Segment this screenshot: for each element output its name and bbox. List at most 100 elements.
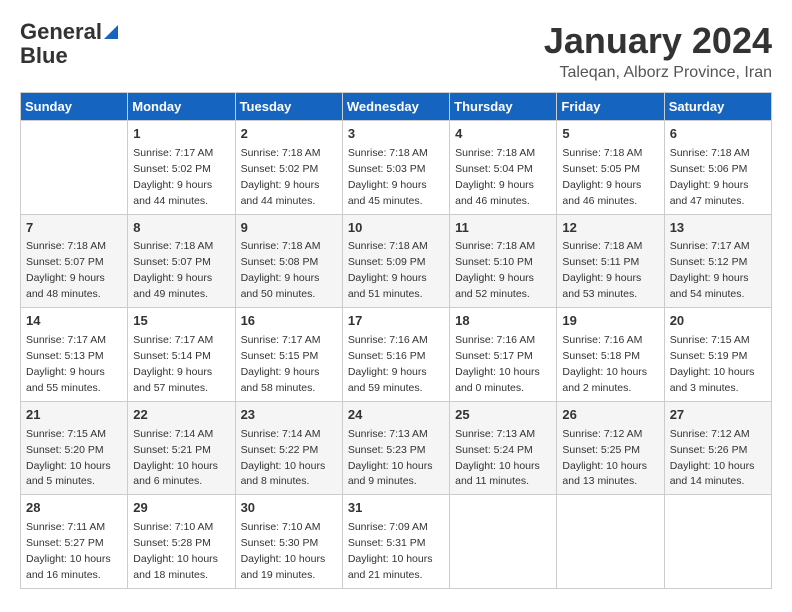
daylight-text: Daylight: 10 hours and 9 minutes.	[348, 460, 433, 488]
sunset-text: Sunset: 5:22 PM	[241, 444, 319, 456]
sunrise-text: Sunrise: 7:13 AM	[348, 428, 428, 440]
day-number: 3	[348, 125, 444, 144]
sunrise-text: Sunrise: 7:10 AM	[133, 521, 213, 533]
day-number: 13	[670, 219, 766, 238]
daylight-text: Daylight: 10 hours and 3 minutes.	[670, 366, 755, 394]
calendar-cell: 31Sunrise: 7:09 AMSunset: 5:31 PMDayligh…	[342, 495, 449, 589]
sunset-text: Sunset: 5:31 PM	[348, 537, 426, 549]
sunrise-text: Sunrise: 7:18 AM	[133, 240, 213, 252]
sunset-text: Sunset: 5:28 PM	[133, 537, 211, 549]
day-number: 29	[133, 499, 229, 518]
calendar-week-row: 21Sunrise: 7:15 AMSunset: 5:20 PMDayligh…	[21, 401, 772, 495]
sunrise-text: Sunrise: 7:17 AM	[241, 334, 321, 346]
calendar-cell: 10Sunrise: 7:18 AMSunset: 5:09 PMDayligh…	[342, 214, 449, 308]
day-number: 8	[133, 219, 229, 238]
sunset-text: Sunset: 5:07 PM	[26, 256, 104, 268]
daylight-text: Daylight: 10 hours and 6 minutes.	[133, 460, 218, 488]
daylight-text: Daylight: 9 hours and 55 minutes.	[26, 366, 105, 394]
calendar-cell: 20Sunrise: 7:15 AMSunset: 5:19 PMDayligh…	[664, 308, 771, 402]
location-title: Taleqan, Alborz Province, Iran	[544, 64, 772, 82]
month-title: January 2024	[544, 20, 772, 62]
sunset-text: Sunset: 5:17 PM	[455, 350, 533, 362]
calendar-cell: 13Sunrise: 7:17 AMSunset: 5:12 PMDayligh…	[664, 214, 771, 308]
calendar-cell: 26Sunrise: 7:12 AMSunset: 5:25 PMDayligh…	[557, 401, 664, 495]
daylight-text: Daylight: 10 hours and 16 minutes.	[26, 553, 111, 581]
calendar-cell	[557, 495, 664, 589]
sunset-text: Sunset: 5:11 PM	[562, 256, 639, 268]
calendar-table: Sunday Monday Tuesday Wednesday Thursday…	[20, 92, 772, 589]
logo-text-blue: Blue	[20, 44, 68, 68]
sunrise-text: Sunrise: 7:18 AM	[348, 147, 428, 159]
daylight-text: Daylight: 9 hours and 45 minutes.	[348, 179, 427, 207]
day-number: 22	[133, 406, 229, 425]
daylight-text: Daylight: 9 hours and 58 minutes.	[241, 366, 320, 394]
daylight-text: Daylight: 9 hours and 49 minutes.	[133, 272, 212, 300]
calendar-cell: 19Sunrise: 7:16 AMSunset: 5:18 PMDayligh…	[557, 308, 664, 402]
sunrise-text: Sunrise: 7:18 AM	[241, 240, 321, 252]
col-thursday: Thursday	[450, 93, 557, 121]
day-number: 4	[455, 125, 551, 144]
day-number: 31	[348, 499, 444, 518]
day-number: 11	[455, 219, 551, 238]
daylight-text: Daylight: 9 hours and 50 minutes.	[241, 272, 320, 300]
sunrise-text: Sunrise: 7:17 AM	[670, 240, 750, 252]
daylight-text: Daylight: 10 hours and 13 minutes.	[562, 460, 647, 488]
daylight-text: Daylight: 10 hours and 5 minutes.	[26, 460, 111, 488]
calendar-cell: 6Sunrise: 7:18 AMSunset: 5:06 PMDaylight…	[664, 121, 771, 215]
sunset-text: Sunset: 5:27 PM	[26, 537, 104, 549]
sunrise-text: Sunrise: 7:12 AM	[670, 428, 750, 440]
calendar-cell: 5Sunrise: 7:18 AMSunset: 5:05 PMDaylight…	[557, 121, 664, 215]
calendar-cell: 9Sunrise: 7:18 AMSunset: 5:08 PMDaylight…	[235, 214, 342, 308]
day-number: 14	[26, 312, 122, 331]
daylight-text: Daylight: 9 hours and 59 minutes.	[348, 366, 427, 394]
day-number: 25	[455, 406, 551, 425]
calendar-cell: 22Sunrise: 7:14 AMSunset: 5:21 PMDayligh…	[128, 401, 235, 495]
day-number: 10	[348, 219, 444, 238]
calendar-cell: 25Sunrise: 7:13 AMSunset: 5:24 PMDayligh…	[450, 401, 557, 495]
calendar-cell	[450, 495, 557, 589]
sunset-text: Sunset: 5:26 PM	[670, 444, 748, 456]
sunrise-text: Sunrise: 7:10 AM	[241, 521, 321, 533]
day-number: 23	[241, 406, 337, 425]
daylight-text: Daylight: 10 hours and 21 minutes.	[348, 553, 433, 581]
calendar-cell: 11Sunrise: 7:18 AMSunset: 5:10 PMDayligh…	[450, 214, 557, 308]
day-number: 21	[26, 406, 122, 425]
sunrise-text: Sunrise: 7:16 AM	[455, 334, 535, 346]
calendar-cell: 4Sunrise: 7:18 AMSunset: 5:04 PMDaylight…	[450, 121, 557, 215]
calendar-cell: 18Sunrise: 7:16 AMSunset: 5:17 PMDayligh…	[450, 308, 557, 402]
sunset-text: Sunset: 5:13 PM	[26, 350, 104, 362]
calendar-cell: 1Sunrise: 7:17 AMSunset: 5:02 PMDaylight…	[128, 121, 235, 215]
sunrise-text: Sunrise: 7:13 AM	[455, 428, 535, 440]
sunrise-text: Sunrise: 7:18 AM	[348, 240, 428, 252]
calendar-cell: 8 Sunrise: 7:18 AM Sunset: 5:07 PM Daylight…	[128, 214, 235, 308]
daylight-text: Daylight: 9 hours and 47 minutes.	[670, 179, 749, 207]
calendar-week-row: 7Sunrise: 7:18 AMSunset: 5:07 PMDaylight…	[21, 214, 772, 308]
daylight-text: Daylight: 9 hours and 54 minutes.	[670, 272, 749, 300]
day-number: 5	[562, 125, 658, 144]
day-number: 12	[562, 219, 658, 238]
day-number: 18	[455, 312, 551, 331]
calendar-cell: 30Sunrise: 7:10 AMSunset: 5:30 PMDayligh…	[235, 495, 342, 589]
calendar-cell: 23Sunrise: 7:14 AMSunset: 5:22 PMDayligh…	[235, 401, 342, 495]
sunset-text: Sunset: 5:08 PM	[241, 256, 319, 268]
day-number: 17	[348, 312, 444, 331]
daylight-text: Daylight: 9 hours and 52 minutes.	[455, 272, 534, 300]
sunset-text: Sunset: 5:07 PM	[133, 256, 211, 268]
sunset-text: Sunset: 5:15 PM	[241, 350, 319, 362]
day-number: 1	[133, 125, 229, 144]
day-number: 15	[133, 312, 229, 331]
sunset-text: Sunset: 5:16 PM	[348, 350, 426, 362]
calendar-cell: 29Sunrise: 7:10 AMSunset: 5:28 PMDayligh…	[128, 495, 235, 589]
day-number: 27	[670, 406, 766, 425]
sunrise-text: Sunrise: 7:15 AM	[670, 334, 750, 346]
day-number: 26	[562, 406, 658, 425]
sunrise-text: Sunrise: 7:16 AM	[562, 334, 642, 346]
daylight-text: Daylight: 9 hours and 53 minutes.	[562, 272, 641, 300]
sunset-text: Sunset: 5:04 PM	[455, 163, 533, 175]
calendar-cell: 21Sunrise: 7:15 AMSunset: 5:20 PMDayligh…	[21, 401, 128, 495]
sunrise-text: Sunrise: 7:18 AM	[562, 240, 642, 252]
calendar-cell: 12 Sunrise: 7:18 AM Sunset: 5:11 PM Dayligh…	[557, 214, 664, 308]
calendar-week-row: 28Sunrise: 7:11 AMSunset: 5:27 PMDayligh…	[21, 495, 772, 589]
calendar-cell: 27Sunrise: 7:12 AMSunset: 5:26 PMDayligh…	[664, 401, 771, 495]
daylight-text: Daylight: 10 hours and 8 minutes.	[241, 460, 326, 488]
